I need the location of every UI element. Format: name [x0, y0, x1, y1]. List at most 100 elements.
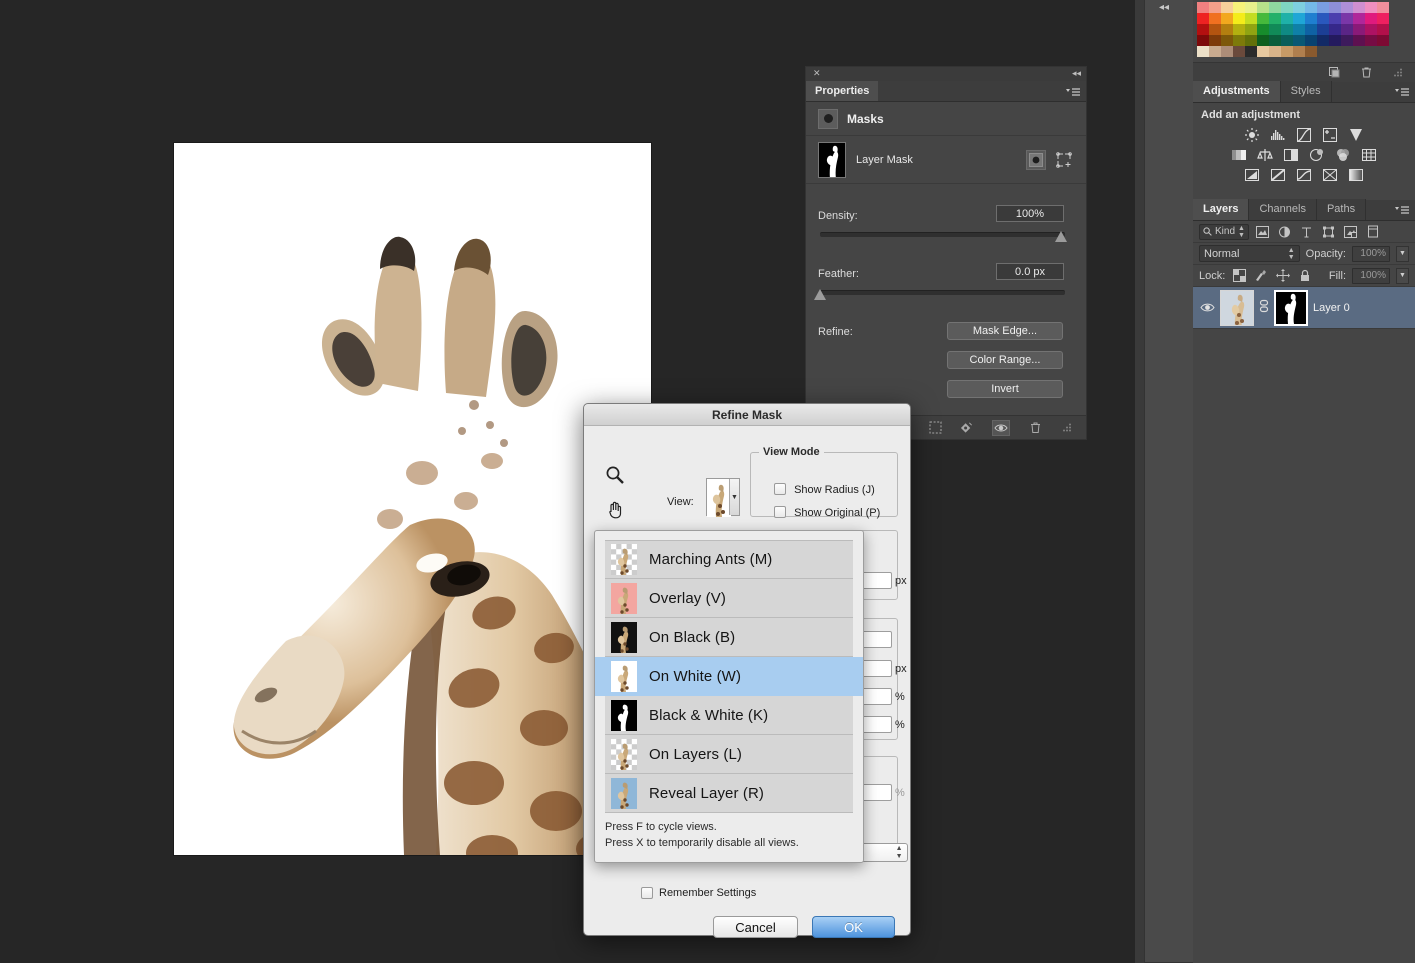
photo-filter-icon[interactable]	[1308, 147, 1326, 163]
view-mode-option-4[interactable]: Black & White (K)	[605, 696, 853, 735]
swatch-0-12[interactable]	[1341, 2, 1353, 13]
swatch-2-1[interactable]	[1209, 24, 1221, 35]
swatch-3-8[interactable]	[1293, 35, 1305, 46]
panel-resize-grip[interactable]	[1391, 66, 1405, 80]
swatch-3-12[interactable]	[1341, 35, 1353, 46]
swatch-3-2[interactable]	[1221, 35, 1233, 46]
black-white-icon[interactable]	[1282, 147, 1300, 163]
filter-shape-icon[interactable]	[1321, 224, 1337, 239]
swatch-2-6[interactable]	[1269, 24, 1281, 35]
swatch-2-7[interactable]	[1281, 24, 1293, 35]
threshold-icon[interactable]	[1295, 167, 1313, 183]
swatch-0-11[interactable]	[1329, 2, 1341, 13]
layer-row-layer-0[interactable]: Layer 0	[1193, 287, 1415, 329]
swatch-3-1[interactable]	[1209, 35, 1221, 46]
chevron-updown-icon[interactable]: ▲▼	[1238, 225, 1245, 239]
swatch-0-13[interactable]	[1353, 2, 1365, 13]
layer-visibility-icon[interactable]	[1199, 302, 1215, 313]
mask-edge-button[interactable]: Mask Edge...	[947, 322, 1063, 340]
swatch-1-12[interactable]	[1341, 13, 1353, 24]
invert-icon[interactable]	[1243, 167, 1261, 183]
swatch-4-14[interactable]	[1365, 46, 1377, 57]
swatch-0-3[interactable]	[1233, 2, 1245, 13]
layers-tabbar[interactable]: Layers Channels Paths	[1193, 200, 1415, 221]
remember-settings-row[interactable]: Remember Settings	[641, 887, 756, 899]
swatch-4-11[interactable]	[1329, 46, 1341, 57]
swatch-3-4[interactable]	[1245, 35, 1257, 46]
adjustment-icons-row-1[interactable]	[1193, 125, 1415, 145]
gradient-map-icon[interactable]	[1347, 167, 1365, 183]
swatch-0-5[interactable]	[1257, 2, 1269, 13]
swatch-3-9[interactable]	[1305, 35, 1317, 46]
swatch-2-14[interactable]	[1365, 24, 1377, 35]
filter-pixel-icon[interactable]	[1255, 224, 1271, 239]
close-icon[interactable]: ✕	[813, 68, 821, 79]
swatch-0-0[interactable]	[1197, 2, 1209, 13]
swatch-1-6[interactable]	[1269, 13, 1281, 24]
swatch-2-10[interactable]	[1317, 24, 1329, 35]
layer-thumbnail[interactable]	[1220, 290, 1254, 326]
swatch-0-14[interactable]	[1365, 2, 1377, 13]
load-selection-from-mask-icon[interactable]	[928, 421, 942, 435]
swatch-4-2[interactable]	[1221, 46, 1233, 57]
swatch-2-11[interactable]	[1329, 24, 1341, 35]
swatch-1-9[interactable]	[1305, 13, 1317, 24]
blend-opacity-row[interactable]: Normal ▲▼ Opacity: 100% ▼	[1193, 243, 1415, 265]
swatch-2-5[interactable]	[1257, 24, 1269, 35]
swatch-2-3[interactable]	[1233, 24, 1245, 35]
swatch-3-10[interactable]	[1317, 35, 1329, 46]
toggle-mask-icon[interactable]	[992, 420, 1010, 436]
color-range-button[interactable]: Color Range...	[947, 351, 1063, 369]
fill-stepper-icon[interactable]: ▼	[1396, 268, 1409, 284]
swatch-0-8[interactable]	[1293, 2, 1305, 13]
swatch-4-5[interactable]	[1257, 46, 1269, 57]
swatch-1-0[interactable]	[1197, 13, 1209, 24]
swatch-grid[interactable]	[1197, 2, 1389, 57]
filter-toggle-icon[interactable]	[1365, 224, 1381, 239]
refine-mask-dialog[interactable]: Refine Mask View Mode View: ▼	[583, 403, 911, 936]
document-window[interactable]	[174, 143, 651, 855]
zoom-tool-icon[interactable]	[604, 464, 626, 486]
filter-smart-object-icon[interactable]	[1343, 224, 1359, 239]
collapse-panel-icon[interactable]: ◂◂	[1072, 68, 1081, 79]
ok-button[interactable]: OK	[812, 916, 895, 938]
collapsed-panel-body[interactable]: ◂◂	[1144, 0, 1193, 963]
lock-position-icon[interactable]	[1275, 268, 1291, 283]
pixel-mask-button[interactable]	[1026, 150, 1046, 170]
swatch-4-3[interactable]	[1233, 46, 1245, 57]
swatch-3-0[interactable]	[1197, 35, 1209, 46]
swatch-4-0[interactable]	[1197, 46, 1209, 57]
show-original-row[interactable]: Show Original (P)	[774, 506, 880, 519]
view-mode-option-5[interactable]: On Layers (L)	[605, 735, 853, 774]
swatch-0-4[interactable]	[1245, 2, 1257, 13]
layer-filter-kind[interactable]: Kind ▲▼	[1199, 224, 1249, 240]
filter-type-icon[interactable]	[1299, 224, 1315, 239]
swatch-3-13[interactable]	[1353, 35, 1365, 46]
swatch-1-8[interactable]	[1293, 13, 1305, 24]
swatch-2-2[interactable]	[1221, 24, 1233, 35]
swatch-0-1[interactable]	[1209, 2, 1221, 13]
show-radius-checkbox[interactable]	[774, 483, 786, 495]
density-value-field[interactable]: 100%	[996, 205, 1064, 222]
swatch-3-11[interactable]	[1329, 35, 1341, 46]
blend-mode-select[interactable]: Normal ▲▼	[1199, 245, 1300, 262]
swatch-4-9[interactable]	[1305, 46, 1317, 57]
hue-saturation-icon[interactable]	[1230, 147, 1248, 163]
show-radius-row[interactable]: Show Radius (J)	[774, 483, 875, 496]
feather-value-field[interactable]: 0.0 px	[996, 263, 1064, 280]
view-mode-option-2[interactable]: On Black (B)	[605, 618, 853, 657]
swatch-2-9[interactable]	[1305, 24, 1317, 35]
panel-resize-grip[interactable]	[1060, 421, 1074, 435]
exposure-icon[interactable]	[1321, 127, 1339, 143]
swatch-2-8[interactable]	[1293, 24, 1305, 35]
swatch-3-14[interactable]	[1365, 35, 1377, 46]
swatch-4-10[interactable]	[1317, 46, 1329, 57]
chevron-updown-icon[interactable]: ▲▼	[896, 845, 903, 861]
vibrance-icon[interactable]	[1347, 127, 1365, 143]
show-original-checkbox[interactable]	[774, 506, 786, 518]
swatch-4-1[interactable]	[1209, 46, 1221, 57]
color-lookup-icon[interactable]	[1360, 147, 1378, 163]
swatch-3-3[interactable]	[1233, 35, 1245, 46]
swatch-4-6[interactable]	[1269, 46, 1281, 57]
swatch-0-15[interactable]	[1377, 2, 1389, 13]
